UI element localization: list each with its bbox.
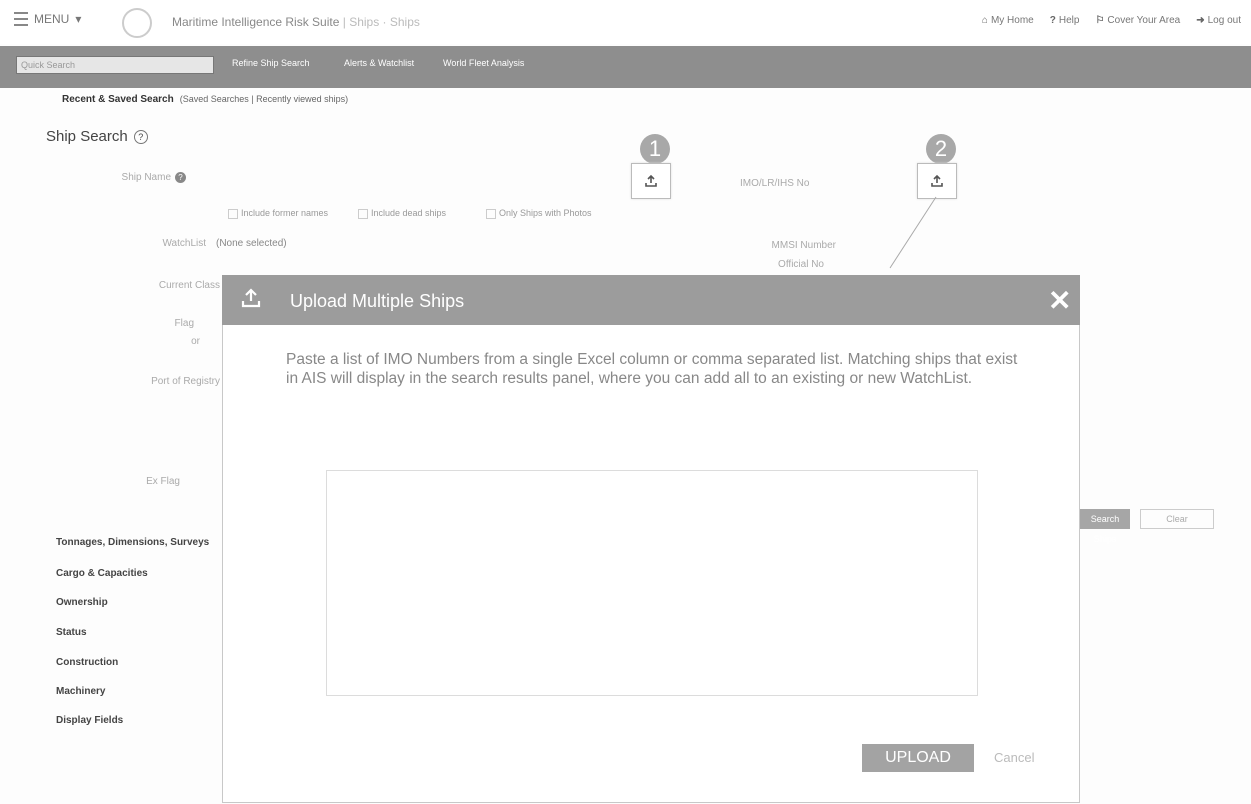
modal-instructions: Paste a list of IMO Numbers from a singl… xyxy=(286,351,1018,387)
section-ownership[interactable]: Ownership xyxy=(56,597,108,608)
section-display-fields[interactable]: Display Fields xyxy=(56,715,123,726)
modal-title: Upload Multiple Ships xyxy=(290,291,465,311)
close-icon[interactable]: ✕ xyxy=(1048,284,1071,317)
upload-icon xyxy=(240,287,262,312)
section-cargo[interactable]: Cargo & Capacities xyxy=(56,568,148,579)
cancel-button[interactable]: Cancel xyxy=(994,750,1034,765)
section-tonnages[interactable]: Tonnages, Dimensions, Surveys xyxy=(56,537,209,548)
section-construction[interactable]: Construction xyxy=(56,657,118,668)
imo-list-textarea[interactable] xyxy=(326,470,978,696)
section-machinery[interactable]: Machinery xyxy=(56,686,105,697)
upload-button[interactable]: UPLOAD xyxy=(862,744,974,772)
section-status[interactable]: Status xyxy=(56,627,87,638)
